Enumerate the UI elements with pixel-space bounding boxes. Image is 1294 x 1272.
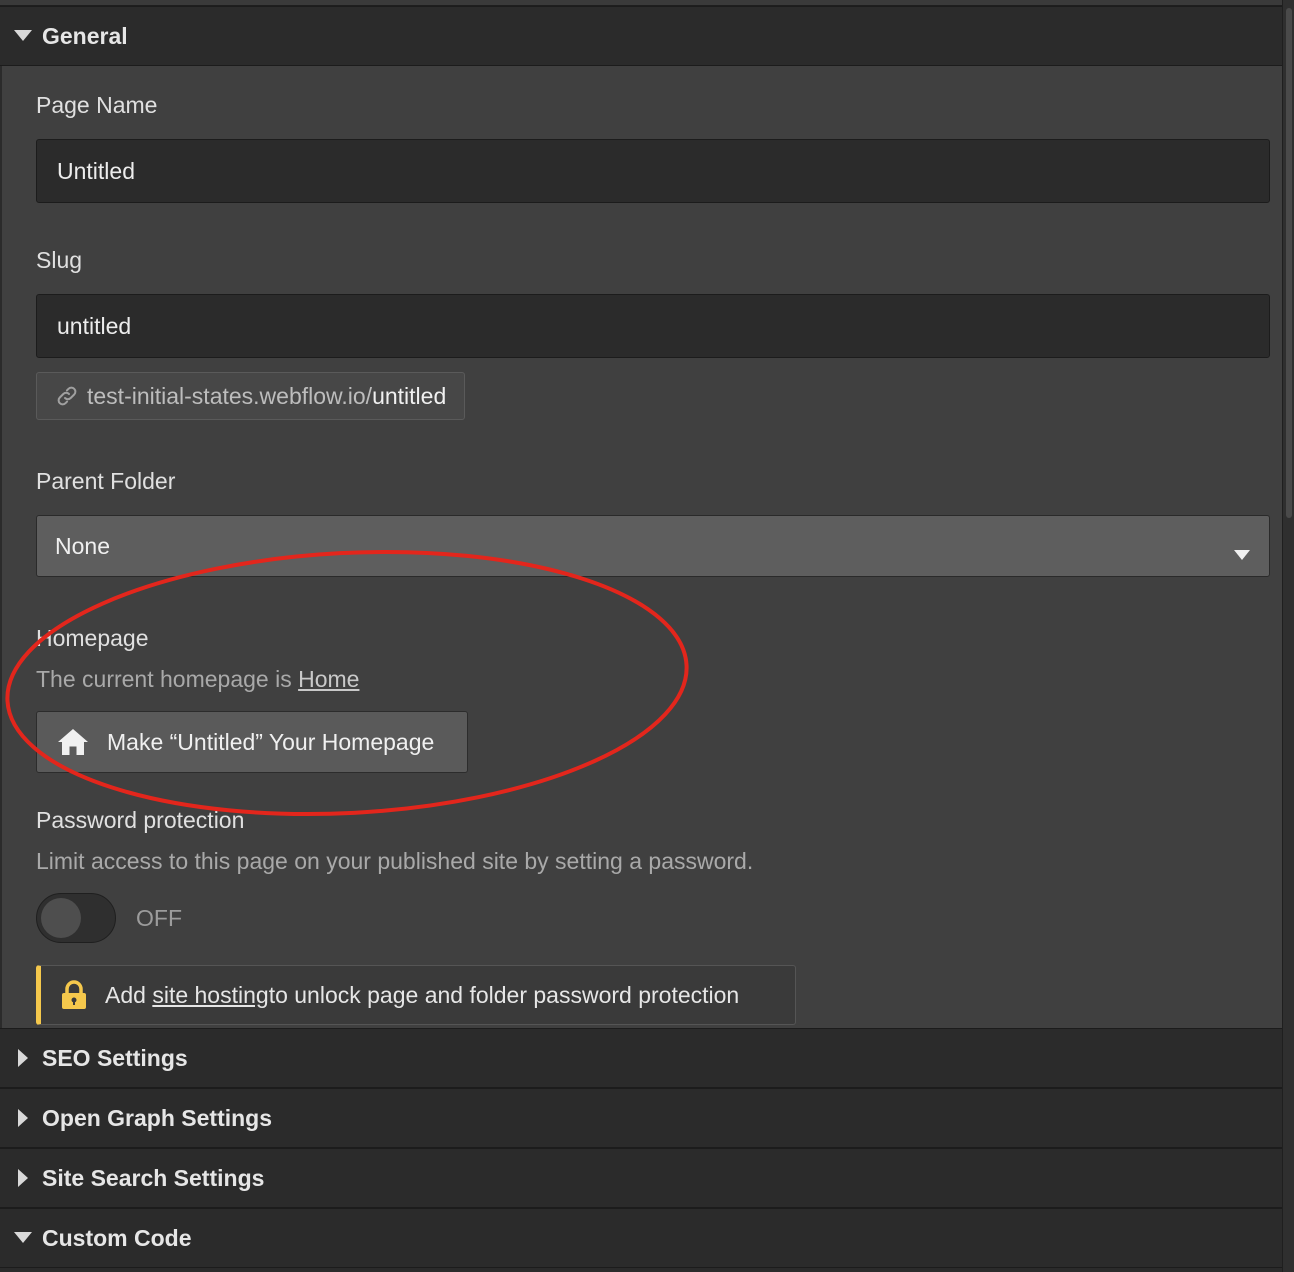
section-site-search-header[interactable]: Site Search Settings <box>0 1148 1282 1208</box>
caret-down-icon <box>14 1229 32 1247</box>
homepage-label: Homepage <box>36 625 149 651</box>
password-protection-label: Password protection <box>36 807 245 833</box>
section-title: General <box>42 22 128 49</box>
password-toggle-row: OFF <box>36 893 1268 943</box>
parent-folder-label: Parent Folder <box>36 468 176 494</box>
notice-suffix: to unlock page and folder password prote… <box>268 981 740 1008</box>
make-homepage-button[interactable]: Make “Untitled” Your Homepage <box>36 711 468 773</box>
page-name-label: Page Name <box>36 92 158 118</box>
current-homepage-text: The current homepage is Home <box>36 666 1268 693</box>
section-general-header[interactable]: General <box>0 6 1282 66</box>
slug-label: Slug <box>36 247 83 273</box>
slug-input[interactable]: untitled <box>36 294 1270 358</box>
section-title: SEO Settings <box>42 1044 188 1071</box>
dropdown-arrow-icon <box>1233 540 1251 560</box>
current-homepage-prefix: The current homepage is <box>36 666 299 692</box>
general-section-body: Page Name Untitled Slug untitled test-in… <box>0 66 1282 1028</box>
make-homepage-label: Make “Untitled” Your Homepage <box>107 728 435 755</box>
notice-prefix: Add <box>105 981 146 1008</box>
section-seo-header[interactable]: SEO Settings <box>0 1028 1282 1088</box>
panel-scrollbar[interactable] <box>1282 0 1294 1272</box>
parent-folder-select[interactable]: None <box>36 515 1270 577</box>
lock-icon <box>61 980 87 1010</box>
section-title: Custom Code <box>42 1224 192 1251</box>
current-homepage-link[interactable]: Home <box>298 666 359 692</box>
section-custom-code-header[interactable]: Custom Code <box>0 1208 1282 1268</box>
parent-folder-value: None <box>55 532 110 559</box>
section-title: Open Graph Settings <box>42 1104 273 1131</box>
section-open-graph-header[interactable]: Open Graph Settings <box>0 1088 1282 1148</box>
url-slug: untitled <box>372 382 447 409</box>
scrollbar-thumb[interactable] <box>1286 8 1292 518</box>
caret-right-icon <box>14 1049 32 1067</box>
site-hosting-link[interactable]: site hosting <box>152 982 268 1009</box>
site-hosting-notice: Add site hosting to unlock page and fold… <box>36 965 796 1025</box>
home-icon <box>57 727 89 757</box>
toggle-knob <box>41 898 81 938</box>
password-toggle[interactable] <box>36 893 116 943</box>
link-icon <box>55 384 79 408</box>
page-settings-panel: General Page Name Untitled Slug untitled… <box>0 6 1282 1268</box>
caret-right-icon <box>14 1169 32 1187</box>
section-title: Site Search Settings <box>42 1164 265 1191</box>
page-name-input[interactable]: Untitled <box>36 139 1270 203</box>
caret-right-icon <box>14 1109 32 1127</box>
page-url-link[interactable]: test-initial-states.webflow.io/untitled <box>36 372 466 420</box>
password-toggle-state: OFF <box>136 904 182 931</box>
caret-down-icon <box>14 27 32 45</box>
url-domain: test-initial-states.webflow.io/ <box>87 382 373 409</box>
password-protection-description: Limit access to this page on your publis… <box>36 848 754 874</box>
